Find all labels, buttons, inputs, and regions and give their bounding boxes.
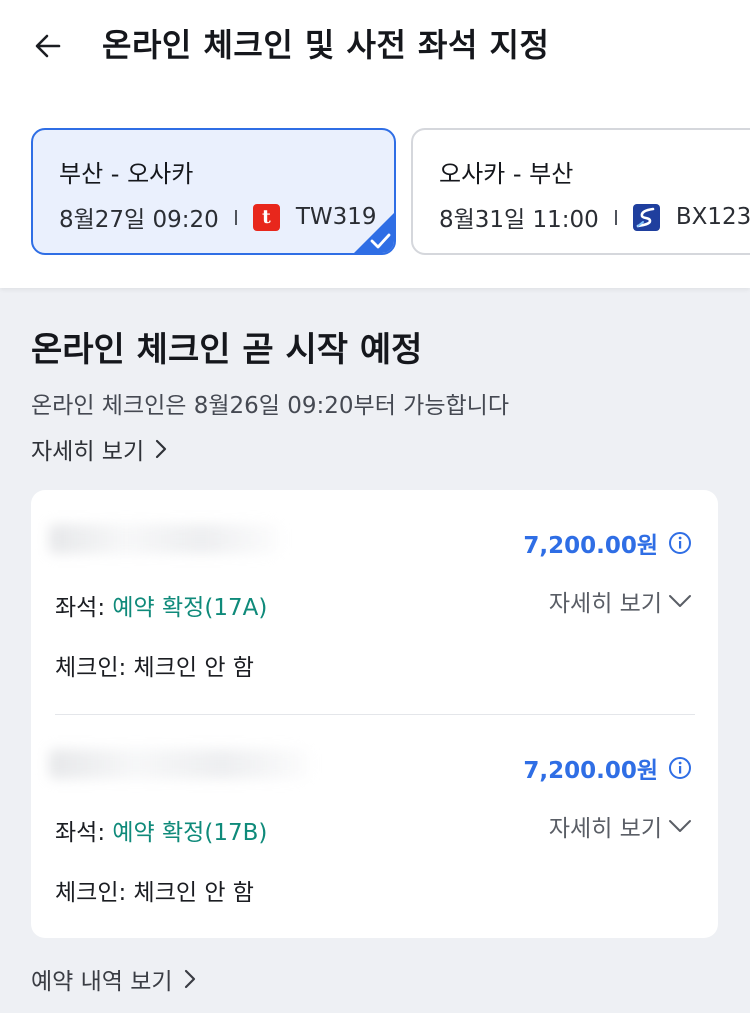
divider (55, 714, 695, 715)
booking-link-label: 예약 내역 보기 (31, 969, 173, 995)
chevron-right-icon (184, 969, 195, 989)
page-title: 온라인 체크인 및 사전 좌석 지정 (102, 26, 550, 64)
seat-status: 예약 확정(17A) (112, 595, 268, 621)
flight-meta: 8월27일 09:20 t TW319 (59, 200, 377, 234)
seat-status-row: 좌석: 예약 확정(17B) (55, 813, 267, 847)
info-icon[interactable] (668, 531, 692, 555)
flight-number: BX123 (675, 204, 750, 230)
top-header: 온라인 체크인 및 사전 좌석 지정 부산 - 오사카 8월27일 09:20 … (0, 0, 750, 288)
flight-datetime: 8월31일 11:00 (439, 207, 599, 233)
tway-logo-icon: t (252, 203, 280, 231)
selected-check-icon (354, 213, 394, 253)
flight-datetime: 8월27일 09:20 (59, 207, 219, 233)
separator (234, 209, 237, 225)
passenger-price: 7,200.00원 (523, 526, 692, 560)
price-label: 7,200.00원 (523, 758, 658, 784)
seat-label: 좌석: (55, 820, 106, 846)
back-button[interactable] (28, 26, 68, 66)
detail-toggle-label: 자세히 보기 (548, 816, 662, 842)
flight-card-return[interactable]: 오사카 - 부산 8월31일 11:00 BX123 (411, 128, 750, 255)
checkin-subtitle: 온라인 체크인은 8월26일 09:20부터 가능합니다 (31, 393, 509, 419)
flight-meta: 8월31일 11:00 BX123 (439, 200, 750, 234)
passenger-name-redacted (49, 524, 279, 554)
seat-status: 예약 확정(17B) (112, 820, 268, 846)
passenger-detail-toggle[interactable]: 자세히 보기 (549, 584, 692, 618)
passenger-price: 7,200.00원 (523, 751, 692, 785)
air-busan-logo-icon (632, 203, 660, 231)
passenger-name-redacted (49, 749, 309, 779)
flight-card-outbound[interactable]: 부산 - 오사카 8월27일 09:20 t TW319 (31, 128, 396, 255)
detail-toggle-label: 자세히 보기 (548, 591, 662, 617)
back-arrow-icon (35, 34, 61, 58)
price-label: 7,200.00원 (523, 533, 658, 559)
detail-link-label: 자세히 보기 (31, 439, 145, 465)
passenger-detail-toggle[interactable]: 자세히 보기 (549, 809, 692, 843)
chevron-down-icon (669, 595, 691, 607)
info-icon[interactable] (668, 756, 692, 780)
flight-route: 오사카 - 부산 (439, 160, 574, 188)
checkin-status: 체크인: 체크인 안 함 (55, 880, 254, 906)
checkin-title: 온라인 체크인 곧 시작 예정 (31, 330, 423, 370)
checkin-detail-link[interactable]: 자세히 보기 (31, 432, 168, 466)
passenger-card: 7,200.00원 좌석: 예약 확정(17A) 자세히 보기 체크인: 체크인… (31, 490, 718, 938)
seat-label: 좌석: (55, 595, 106, 621)
booking-history-link[interactable]: 예약 내역 보기 (31, 962, 197, 996)
seat-status-row: 좌석: 예약 확정(17A) (55, 588, 267, 622)
flight-route: 부산 - 오사카 (59, 160, 194, 188)
separator (614, 209, 617, 225)
checkin-status: 체크인: 체크인 안 함 (55, 655, 254, 681)
chevron-down-icon (669, 820, 691, 832)
chevron-right-icon (156, 439, 167, 459)
